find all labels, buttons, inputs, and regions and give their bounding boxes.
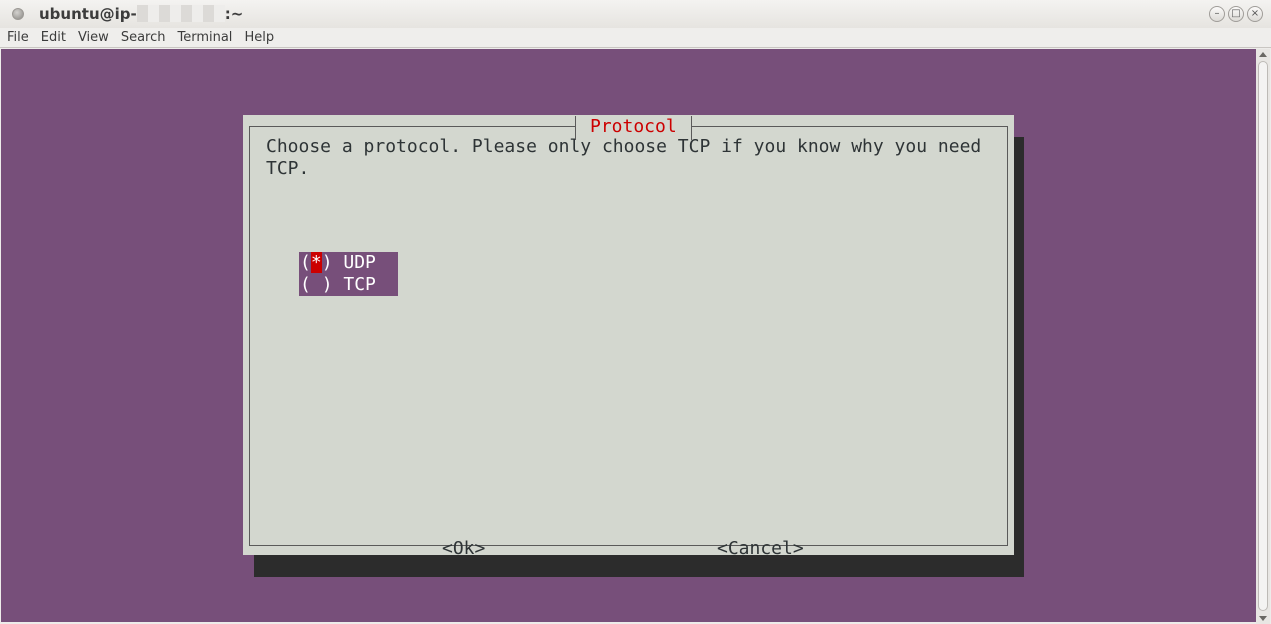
menu-terminal[interactable]: Terminal xyxy=(171,28,238,48)
radio-close: ) xyxy=(321,274,344,295)
menu-help[interactable]: Help xyxy=(238,28,280,48)
radio-open: ( xyxy=(300,252,311,273)
radio-open: ( xyxy=(300,274,311,295)
window-title-prefix: ubuntu@ip- xyxy=(39,5,137,23)
menu-file[interactable]: File xyxy=(1,28,35,48)
menu-search[interactable]: Search xyxy=(115,28,172,48)
radio-unselected-marker xyxy=(311,274,322,295)
cancel-button[interactable]: <Cancel> xyxy=(717,538,804,560)
minimize-button[interactable]: – xyxy=(1209,6,1225,22)
ok-button[interactable]: <Ok> xyxy=(442,538,485,560)
protocol-dialog: Protocol Choose a protocol. Please only … xyxy=(243,115,1014,559)
window-title-suffix: :~ xyxy=(224,5,244,23)
scroll-down-arrow-icon[interactable] xyxy=(1259,616,1267,621)
option-label-udp: UDP xyxy=(343,252,376,273)
terminal-scrollbar[interactable] xyxy=(1256,49,1270,624)
dialog-prompt: Choose a protocol. Please only choose TC… xyxy=(266,136,1006,180)
menu-view[interactable]: View xyxy=(72,28,115,48)
radio-close: ) xyxy=(321,252,344,273)
scrollbar-thumb[interactable] xyxy=(1258,61,1268,611)
option-label-tcp: TCP xyxy=(343,274,376,295)
menu-bar: File Edit View Search Terminal Help xyxy=(0,28,1271,48)
menu-edit[interactable]: Edit xyxy=(35,28,72,48)
radio-option-tcp[interactable]: ( ) TCP xyxy=(299,274,398,296)
redacted-hostname xyxy=(136,5,225,22)
radio-option-udp[interactable]: (*) UDP xyxy=(299,252,398,274)
close-button[interactable]: × xyxy=(1247,6,1263,22)
window-menu-icon[interactable] xyxy=(12,8,24,20)
maximize-button[interactable]: □ xyxy=(1228,6,1244,22)
protocol-options-list: (*) UDP ( ) TCP xyxy=(299,252,398,296)
radio-selected-marker: * xyxy=(310,252,322,273)
dialog-border: Protocol xyxy=(249,116,1008,546)
window-titlebar[interactable]: ubuntu@ip- :~ – □ × xyxy=(0,0,1271,28)
scroll-up-arrow-icon[interactable] xyxy=(1259,52,1267,57)
window-controls: – □ × xyxy=(1209,6,1263,22)
window-title: ubuntu@ip- :~ xyxy=(39,4,243,24)
prompt-line-2: TCP. xyxy=(266,158,310,179)
terminal-screen[interactable]: Protocol Choose a protocol. Please only … xyxy=(1,49,1256,622)
prompt-line-1: Choose a protocol. Please only choose TC… xyxy=(266,136,982,157)
